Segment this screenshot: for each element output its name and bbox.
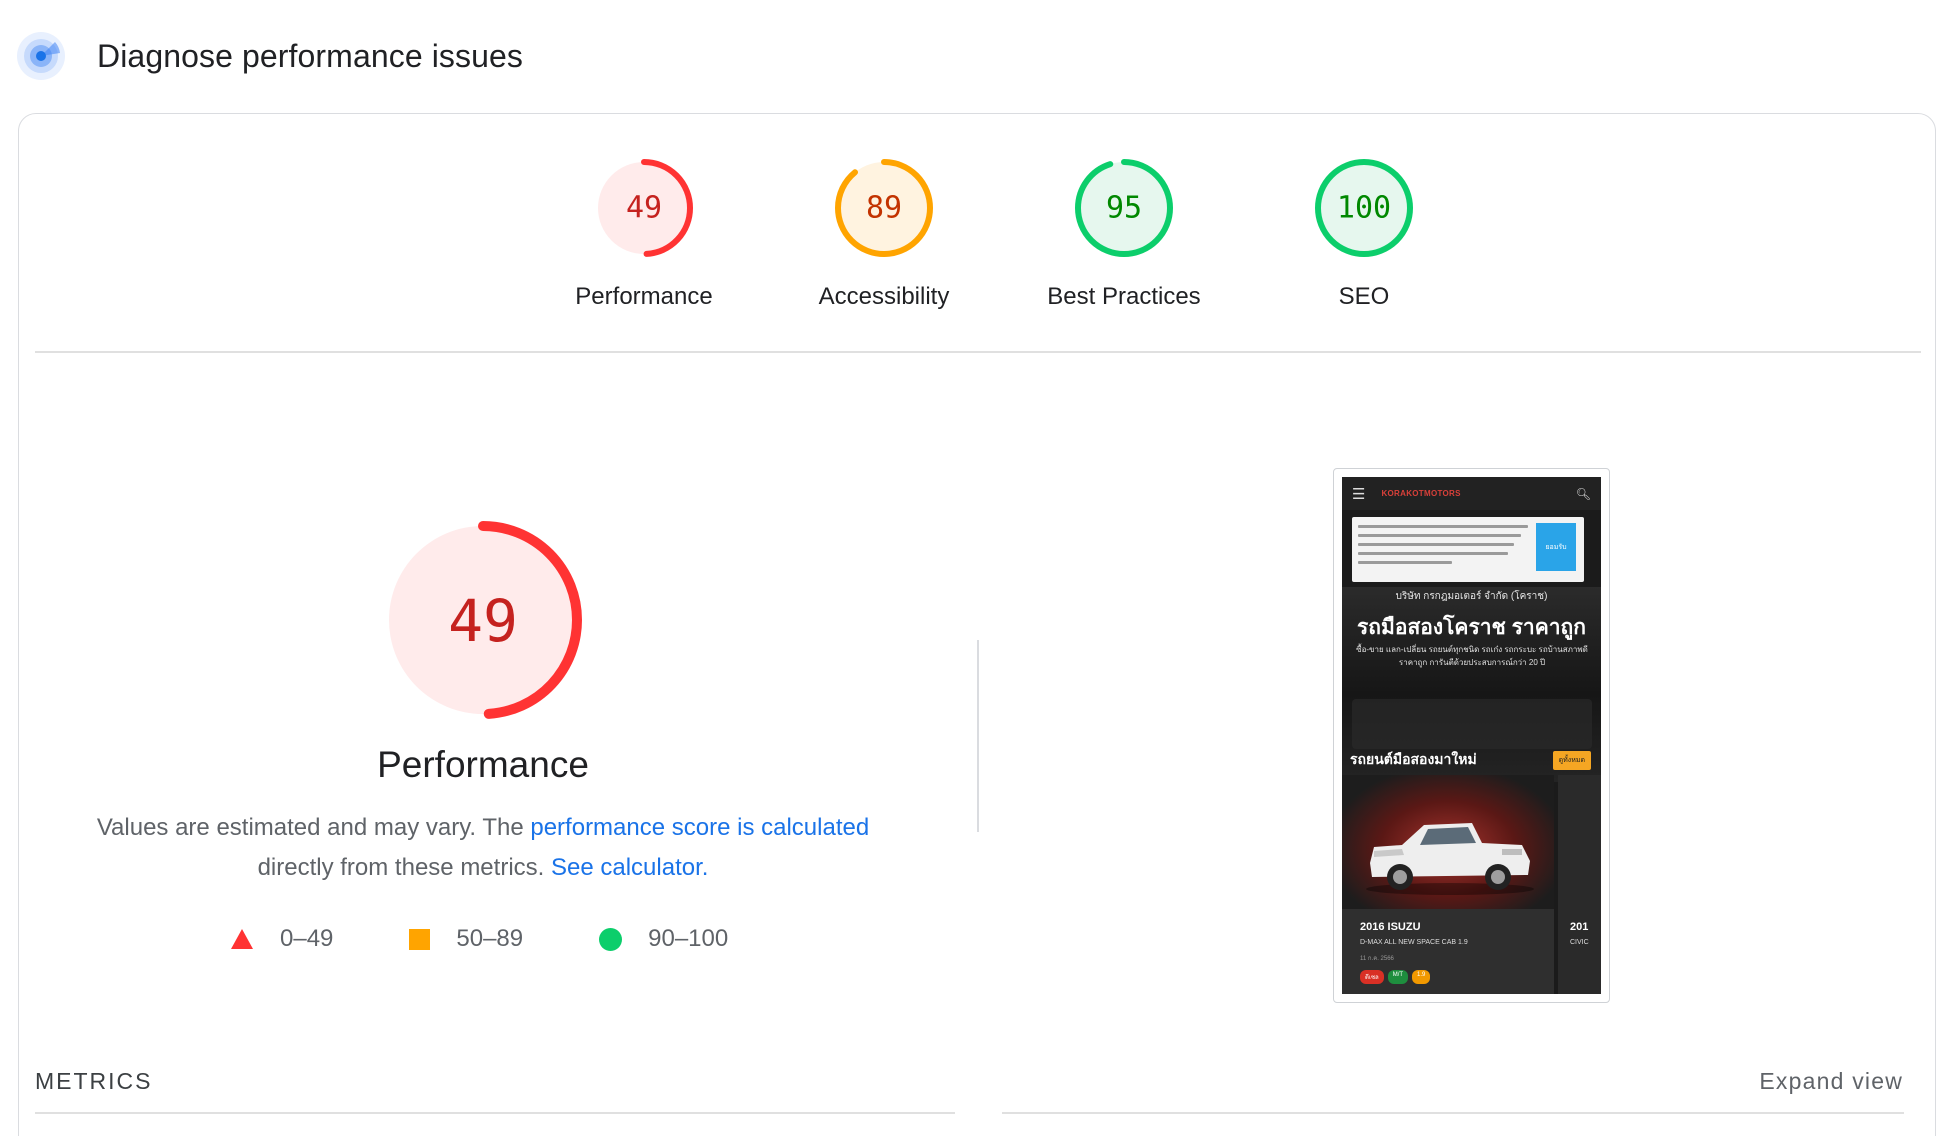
car-title-2: 201 [1570, 921, 1589, 933]
hero-contact-box [1352, 699, 1592, 749]
screenshot-brand: KORAKOTMOTORS [1381, 489, 1461, 498]
legend-item-pass: 90–100 [599, 925, 728, 953]
seo-gauge[interactable]: 100 [1314, 158, 1414, 258]
performance-score-link[interactable]: performance score is calculated [530, 814, 869, 841]
accessibility-label: Accessibility [818, 283, 950, 310]
search-icon: 🔍︎ [1575, 486, 1591, 501]
accessibility-score: 89 [866, 191, 902, 226]
legend-range-pass: 90–100 [648, 925, 729, 952]
gear-tag: M/T [1387, 970, 1409, 984]
fuel-tag: ดีเซล [1360, 970, 1384, 984]
see-calculator-link[interactable]: See calculator. [551, 854, 708, 881]
performance-title: Performance [377, 744, 589, 785]
best-practices-label: Best Practices [1047, 283, 1201, 310]
car-model: D-MAX ALL NEW SPACE CAB 1.9 [1360, 939, 1468, 946]
hero-subline: ซื้อ-ขาย แลก-เปลี่ยน รถยนต์ทุกชนิด รถเก๋… [1356, 645, 1588, 667]
seo-score: 100 [1337, 191, 1391, 226]
screenshot-content: ☰ KORAKOTMOTORS 🔍︎ ยอมรับ บริษัท กรกฎมอเ… [1342, 477, 1601, 994]
description-text-2: directly from these metrics. [257, 854, 551, 881]
gauge-seo[interactable]: 100 SEO [1244, 158, 1484, 311]
page-header: Diagnose performance issues [16, 30, 523, 82]
legend-range-average: 50–89 [456, 925, 524, 952]
circle-icon [599, 927, 623, 951]
performance-gauge[interactable]: 49 [594, 158, 694, 258]
best-practices-score: 95 [1106, 191, 1142, 226]
view-all-button: ดูทั้งหมด [1552, 751, 1591, 770]
engine-tag: 1.9 [1412, 970, 1431, 984]
hero-headline: รถมือสองโคราช ราคาถูก [1357, 616, 1586, 639]
lighthouse-icon [17, 32, 65, 80]
metrics-divider-right [1002, 1112, 1904, 1114]
accept-button: ยอมรับ [1536, 523, 1576, 571]
triangle-icon [231, 929, 253, 949]
description-text: Values are estimated and may vary. The [96, 814, 531, 841]
car-model-2: CIVIC [1570, 939, 1589, 946]
menu-icon: ☰ [1352, 485, 1366, 503]
section-title: รถยนต์มือสองมาใหม่ [1350, 751, 1477, 767]
performance-score: 49 [626, 191, 662, 226]
performance-description: Values are estimated and may vary. The p… [60, 808, 906, 888]
metrics-divider-left [35, 1112, 955, 1114]
accessibility-gauge[interactable]: 89 [834, 158, 934, 258]
score-legend: 0–49 50–89 90–100 [230, 925, 728, 953]
performance-label: Performance [575, 283, 713, 310]
pickup-truck-image [1366, 823, 1534, 895]
car-title: 2016 ISUZU [1360, 921, 1421, 933]
legend-range-fail: 0–49 [280, 925, 334, 952]
final-screenshot[interactable]: ☰ KORAKOTMOTORS 🔍︎ ยอมรับ บริษัท กรกฎมอเ… [1333, 468, 1610, 1003]
car-tags: ดีเซล M/T 1.9 [1360, 970, 1434, 984]
cookie-notice: ยอมรับ [1352, 517, 1584, 582]
page-title: Diagnose performance issues [97, 37, 524, 74]
gauge-best-practices[interactable]: 95 Best Practices [1004, 158, 1244, 311]
next-car-card [1558, 775, 1601, 994]
gauges-divider [35, 351, 1921, 353]
square-icon [409, 928, 431, 950]
legend-item-fail: 0–49 [230, 925, 333, 953]
seo-label: SEO [1338, 283, 1390, 310]
screenshot-topbar: ☰ KORAKOTMOTORS 🔍︎ [1342, 477, 1601, 510]
legend-item-average: 50–89 [409, 925, 523, 953]
performance-big-score: 49 [448, 587, 518, 655]
category-gauges: 49 Performance 89 Accessibility 95 Best … [524, 158, 1484, 311]
metrics-heading: METRICS [35, 1068, 153, 1094]
company-name: บริษัท กรกฎมอเตอร์ จำกัด (โคราช) [1395, 591, 1548, 602]
expand-view-button[interactable]: Expand view [1759, 1068, 1903, 1095]
car-date: 11 ก.ค. 2566 [1360, 956, 1394, 962]
best-practices-gauge[interactable]: 95 [1074, 158, 1174, 258]
gauge-performance[interactable]: 49 Performance [524, 158, 764, 311]
notice-text-lines [1358, 525, 1528, 570]
section-divider [977, 640, 979, 832]
gauge-accessibility[interactable]: 89 Accessibility [764, 158, 1004, 311]
performance-big-gauge: 49 [384, 521, 582, 719]
